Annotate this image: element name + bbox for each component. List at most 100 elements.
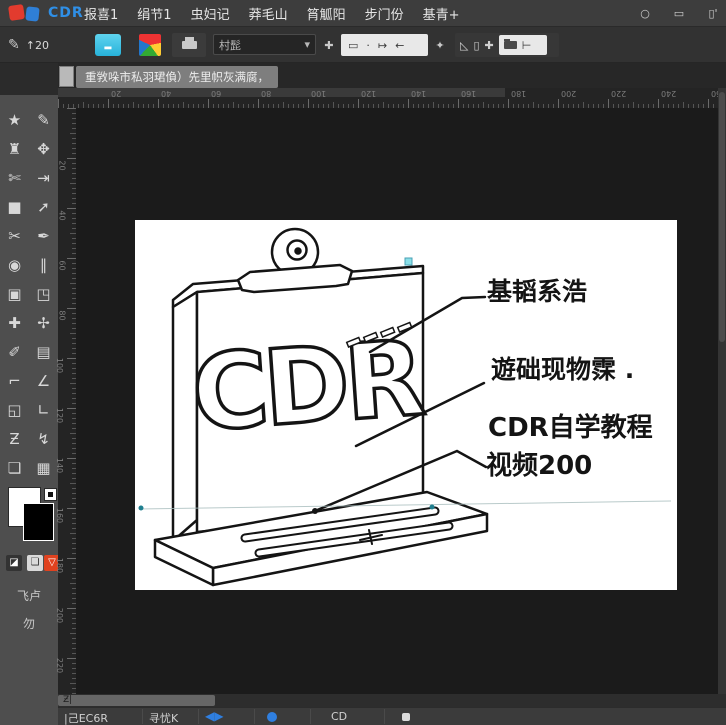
close-icon[interactable]: ▯' (704, 7, 722, 20)
ruler-tick (358, 99, 359, 108)
artwork-page[interactable]: CDR (135, 220, 677, 590)
menu-item-7[interactable]: 基青+ (423, 4, 460, 23)
smear-tool-icon[interactable]: ✥ (29, 134, 58, 163)
zoom-tool-icon[interactable]: ■ (0, 192, 29, 221)
swatch-area (0, 487, 58, 549)
text-tool-icon[interactable]: ✐ (0, 337, 29, 366)
title-bar: CDR 报喜1 绢节1 虫妇记莽毛山筲觚阳步门份基青+ ○ ▭ ▯' (0, 0, 726, 27)
ruler-triangle-icon: ◺ (460, 39, 468, 52)
crop-tool-icon[interactable]: ✄ (0, 163, 29, 192)
curve-tool-icon[interactable]: ✂ (0, 221, 29, 250)
horizontal-scrollbar-thumb[interactable]: Ƶ| (58, 695, 215, 706)
ruler-number: 20 (111, 89, 121, 98)
knife-tool-icon[interactable]: ⇥ (29, 163, 58, 192)
clipboard-drawing[interactable]: CDR (135, 220, 677, 590)
ruler-tick (67, 608, 76, 609)
vertical-scrollbar-thumb[interactable] (719, 92, 725, 342)
ruler-tick (308, 99, 309, 108)
ruler-tick (67, 208, 76, 209)
window-controls: ○ ▭ ▯' (636, 0, 722, 27)
status-divider (384, 709, 385, 724)
polygon-tool-icon[interactable]: ✚ (0, 308, 29, 337)
pick-tool-icon[interactable]: ★ (0, 105, 29, 134)
vertical-ruler[interactable]: 20406080100120140160180200220 (58, 108, 76, 694)
print-button[interactable] (172, 33, 206, 57)
annotation-1[interactable]: 基韬系浩 (487, 278, 587, 306)
page-icon[interactable]: ❏ (27, 555, 43, 571)
app-logo-red-icon (8, 4, 25, 21)
ruler-tick (208, 99, 209, 108)
minimize-icon[interactable]: ○ (636, 7, 654, 20)
hint-anchor-box (59, 66, 74, 87)
line-tool-icon[interactable]: ∥ (29, 250, 58, 279)
pen-tool-icon[interactable]: ✒ (29, 221, 58, 250)
horizontal-ruler[interactable]: 20406080100120140160180200220240260 (58, 88, 726, 108)
default-colors-icon[interactable] (44, 488, 57, 501)
outline-color-swatch[interactable] (23, 503, 54, 541)
color-settings-button[interactable] (139, 34, 161, 56)
import-button[interactable]: ▂ (95, 34, 121, 56)
ruler-number: 160 (55, 508, 64, 523)
ellipse-tool-icon[interactable]: ◳ (29, 279, 58, 308)
ruler-number: 20 (57, 160, 66, 170)
folder-option-button[interactable]: ⊢ (499, 35, 547, 55)
ruler-tick (458, 99, 459, 108)
menu-item-5[interactable]: 筲觚阳 (307, 4, 346, 23)
menu-item-6[interactable]: 步门份 (365, 4, 404, 23)
ruler-number: 60 (211, 89, 221, 98)
page-nav-arrows-icon[interactable]: ◀▶ (205, 709, 223, 723)
toolbox-footer-item-1[interactable]: 飞卢 (0, 587, 58, 604)
rectangle-tool-icon[interactable]: ▣ (0, 279, 29, 308)
maximize-icon[interactable]: ▭ (670, 7, 688, 20)
anchor-tool-icon[interactable]: ∟ (29, 395, 58, 424)
printer-icon (182, 41, 197, 49)
pan-tool-icon[interactable]: ➚ (29, 192, 58, 221)
shadow-tool-icon[interactable]: Ƶ (0, 424, 29, 453)
ruler-number: 120 (55, 408, 64, 423)
ruler-tick (67, 158, 76, 159)
transparency-tool-icon[interactable]: ❏ (0, 453, 29, 482)
sync-status-icon (267, 712, 277, 722)
star-tool-icon[interactable]: ✢ (29, 308, 58, 337)
annotation-4[interactable]: 视频200 (486, 452, 592, 481)
annotation-2[interactable]: 遊础现物霂 . (491, 356, 634, 384)
vertical-scrollbar[interactable] (718, 88, 726, 694)
standard-toolbar: ✎ ↑20 ▂ 村髭 ▾ ✚ ▭ · ↦ ← ✦ ◺ ▯ ✚ ⊢ (0, 27, 726, 63)
ruler-tick (58, 99, 59, 108)
menu-item-3[interactable]: 虫妇记 (191, 4, 230, 23)
connector-tool-icon[interactable]: ◱ (0, 395, 29, 424)
dimension-tool-icon[interactable]: ⌐ (0, 366, 29, 395)
hint-bar: 重敩哚市私羽珺偩）先里帜灰满腐， (58, 63, 726, 88)
add-preset-button[interactable]: ✚ (322, 34, 336, 56)
menu-item-4[interactable]: 莽毛山 (249, 4, 288, 23)
table-tool-icon[interactable]: ▤ (29, 337, 58, 366)
undo-history-button[interactable]: ✎ ↑20 (8, 34, 49, 56)
freehand-pick-tool-icon[interactable]: ✎ (29, 105, 58, 134)
horizontal-scrollbar[interactable]: Ƶ| (58, 694, 726, 707)
guide-node-left (139, 506, 144, 511)
menu-item-1[interactable]: 报喜1 (84, 4, 118, 23)
app-logo-text: CDR (48, 5, 84, 21)
toolbox-mini-row: ◪ ❏ ▽ (0, 555, 58, 573)
toolbox-footer-item-2[interactable]: 勿 (0, 615, 58, 632)
eyedropper-tool-icon[interactable]: ▦ (29, 453, 58, 482)
guides-options-group[interactable]: ◺ ▯ ✚ ⊢ (455, 33, 559, 57)
ruler-number: 140 (55, 458, 64, 473)
ruler-number: 200 (561, 89, 576, 98)
ruler-tick (67, 358, 76, 359)
menu-item-2[interactable]: 绢节1 (137, 4, 171, 23)
shape-tool-icon[interactable]: ♜ (0, 134, 29, 163)
ruler-tick (258, 99, 259, 108)
status-divider (254, 709, 255, 724)
ruler-number: 140 (411, 89, 426, 98)
drawing-canvas[interactable]: CDR (76, 108, 718, 694)
angular-dimension-tool-icon[interactable]: ∠ (29, 366, 58, 395)
annotation-3[interactable]: CDR自学教程 (488, 414, 653, 443)
ruler-number: 120 (361, 89, 376, 98)
artistic-media-tool-icon[interactable]: ◉ (0, 250, 29, 279)
options-expand-button[interactable]: ✦ (433, 34, 447, 56)
snap-options-group[interactable]: ▭ · ↦ ← (341, 34, 428, 56)
no-fill-icon[interactable]: ◪ (6, 555, 22, 571)
extrude-tool-icon[interactable]: ↯ (29, 424, 58, 453)
preset-dropdown[interactable]: 村髭 ▾ (213, 34, 316, 55)
